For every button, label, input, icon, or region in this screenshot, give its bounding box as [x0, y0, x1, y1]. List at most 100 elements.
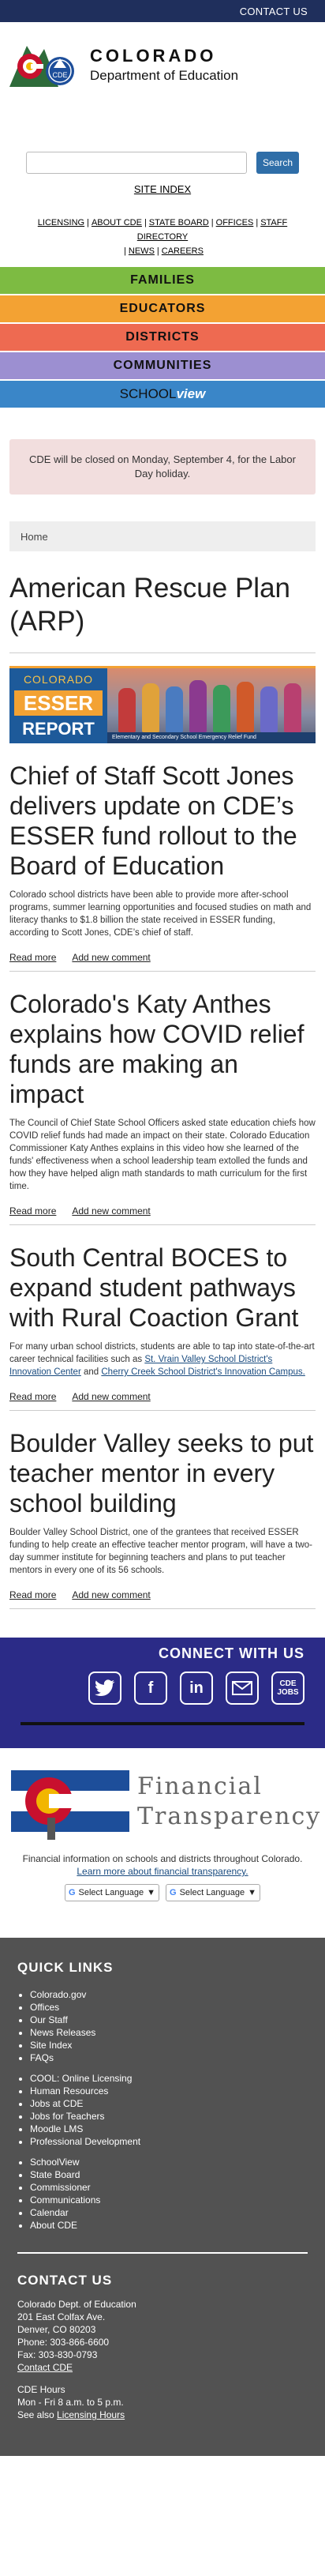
util-about-cde[interactable]: ABOUT CDE	[92, 218, 142, 228]
article-body-text: and	[80, 1367, 102, 1377]
divider	[9, 652, 316, 653]
util-separator: |	[256, 218, 259, 228]
read-more-link[interactable]: Read more	[9, 1391, 56, 1402]
banner-colorado: COLORADO	[23, 673, 94, 686]
search-button[interactable]: Search	[256, 152, 299, 174]
cde-jobs-icon[interactable]: CDE JOBS	[271, 1672, 304, 1705]
footer-link[interactable]: Commissioner	[30, 2181, 308, 2194]
read-more-link[interactable]: Read more	[9, 1205, 56, 1217]
article-title[interactable]: Colorado's Katy Anthes explains how COVI…	[9, 989, 316, 1109]
footer-link[interactable]: Colorado.gov	[30, 1988, 308, 2001]
licensing-hours-link[interactable]: Licensing Hours	[57, 2409, 125, 2420]
article-links: Read more Add new comment	[9, 1391, 316, 1402]
site-index-link[interactable]: SITE INDEX	[134, 183, 191, 195]
hours-title: CDE Hours	[17, 2384, 65, 2395]
contact-line: Phone: 303-866-6600	[17, 2337, 110, 2348]
footer-link[interactable]: Professional Development	[30, 2135, 308, 2148]
footer-link[interactable]: Human Resources	[30, 2085, 308, 2097]
main-navigation: FAMILIES EDUCATORS DISTRICTS COMMUNITIES…	[0, 266, 325, 409]
google-icon: G	[68, 1888, 76, 1897]
read-more-link[interactable]: Read more	[9, 1589, 56, 1600]
search-bar: Search	[0, 152, 325, 174]
contact-us-link[interactable]: CONTACT US	[240, 6, 308, 17]
util-news[interactable]: NEWS	[129, 246, 155, 256]
footer-link[interactable]: Communications	[30, 2194, 308, 2206]
student-figure	[260, 686, 278, 732]
article-title[interactable]: Chief of Staff Scott Jones delivers upda…	[9, 761, 316, 881]
footer-link[interactable]: News Releases	[30, 2026, 308, 2039]
financial-header[interactable]: Financial Transparency	[11, 1762, 319, 1841]
utility-links: LICENSING | ABOUT CDE | STATE BOARD | OFFICES |…	[14, 216, 311, 258]
cde-logo[interactable]: CDE	[9, 38, 80, 92]
schoolview-part-b: view	[176, 386, 206, 401]
logo-line-department: Department of Education	[90, 68, 239, 83]
util-licensing[interactable]: LICENSING	[38, 218, 84, 228]
footer-link[interactable]: Our Staff	[30, 2014, 308, 2026]
footer-link[interactable]: Site Index	[30, 2039, 308, 2051]
financial-learn-more-link[interactable]: Learn more about financial transparency.	[77, 1866, 248, 1877]
financial-title-line2: Transparency	[137, 1803, 322, 1830]
facebook-icon[interactable]: f	[134, 1672, 167, 1705]
nav-educators[interactable]: EDUCATORS	[0, 295, 325, 324]
article: South Central BOCES to expand student pa…	[9, 1243, 316, 1411]
email-icon[interactable]	[226, 1672, 259, 1705]
contact-cde-link[interactable]: Contact CDE	[17, 2362, 73, 2373]
nav-schoolview[interactable]: SCHOOL view	[0, 381, 325, 409]
cherry-creek-link[interactable]: Cherry Creek School District's Innovatio…	[101, 1367, 305, 1377]
twitter-icon[interactable]	[88, 1672, 121, 1705]
util-careers[interactable]: CAREERS	[162, 246, 204, 256]
page-title: American Rescue Plan (ARP)	[9, 573, 290, 637]
quick-links-heading: QUICK LINKS	[17, 1960, 114, 1975]
contact-line: Colorado Dept. of Education	[17, 2299, 136, 2310]
student-figure	[142, 683, 159, 732]
footer-link[interactable]: SchoolView	[30, 2156, 308, 2168]
linkedin-icon[interactable]: in	[180, 1672, 213, 1705]
footer-link[interactable]: Offices	[30, 2001, 308, 2014]
util-state-board[interactable]: STATE BOARD	[149, 218, 209, 228]
footer-link[interactable]: Jobs at CDE	[30, 2097, 308, 2110]
util-separator: |	[144, 218, 147, 228]
main-content: American Rescue Plan (ARP) COLORADO ESSE…	[0, 572, 325, 1609]
add-comment-link[interactable]: Add new comment	[72, 952, 150, 963]
divider	[9, 1410, 316, 1411]
divider	[9, 971, 316, 972]
util-separator: |	[156, 246, 159, 256]
util-offices[interactable]: OFFICES	[216, 218, 254, 228]
footer-link[interactable]: Calendar	[30, 2206, 308, 2219]
search-input[interactable]	[26, 152, 247, 174]
quick-links-group: COOL: Online Licensing Human Resources J…	[30, 2072, 308, 2148]
article: Colorado's Katy Anthes explains how COVI…	[9, 989, 316, 1225]
hours-info: CDE Hours Mon - Fri 8 a.m. to 5 p.m. See…	[17, 2383, 308, 2421]
holiday-alert: CDE will be closed on Monday, September …	[9, 439, 316, 495]
language-select-label: Select Language	[78, 1888, 144, 1897]
logo-line-colorado: COLORADO	[90, 46, 217, 66]
student-figure	[284, 683, 301, 732]
divider	[9, 1224, 316, 1225]
article-title[interactable]: Boulder Valley seeks to put teacher ment…	[9, 1428, 316, 1518]
cde-mark-text: CDE	[52, 71, 67, 79]
language-select[interactable]: G Select Language ▼	[166, 1884, 261, 1901]
nav-families[interactable]: FAMILIES	[0, 267, 325, 295]
site-header: CDE COLORADO Department of Education	[0, 22, 325, 107]
footer-link[interactable]: State Board	[30, 2168, 308, 2181]
add-comment-link[interactable]: Add new comment	[72, 1205, 150, 1217]
add-comment-link[interactable]: Add new comment	[72, 1391, 150, 1402]
add-comment-link[interactable]: Add new comment	[72, 1589, 150, 1600]
contact-heading: CONTACT US	[17, 2273, 113, 2288]
footer-link[interactable]: Moodle LMS	[30, 2123, 308, 2135]
colorado-mountain-icon: CDE	[9, 46, 74, 87]
nav-communities[interactable]: COMMUNITIES	[0, 352, 325, 381]
language-select[interactable]: G Select Language ▼	[64, 1884, 159, 1901]
footer-link[interactable]: FAQs	[30, 2051, 308, 2064]
article-title[interactable]: South Central BOCES to expand student pa…	[9, 1243, 316, 1333]
breadcrumb-home[interactable]: Home	[21, 531, 48, 543]
student-figure	[237, 682, 254, 732]
read-more-link[interactable]: Read more	[9, 952, 56, 963]
article-links: Read more Add new comment	[9, 1589, 316, 1600]
nav-districts[interactable]: DISTRICTS	[0, 324, 325, 352]
footer-link[interactable]: COOL: Online Licensing	[30, 2072, 308, 2085]
quick-links-group: SchoolView State Board Commissioner Comm…	[30, 2156, 308, 2232]
footer-link[interactable]: About CDE	[30, 2219, 308, 2232]
see-also: See also Licensing Hours	[17, 2409, 308, 2421]
footer-link[interactable]: Jobs for Teachers	[30, 2110, 308, 2123]
